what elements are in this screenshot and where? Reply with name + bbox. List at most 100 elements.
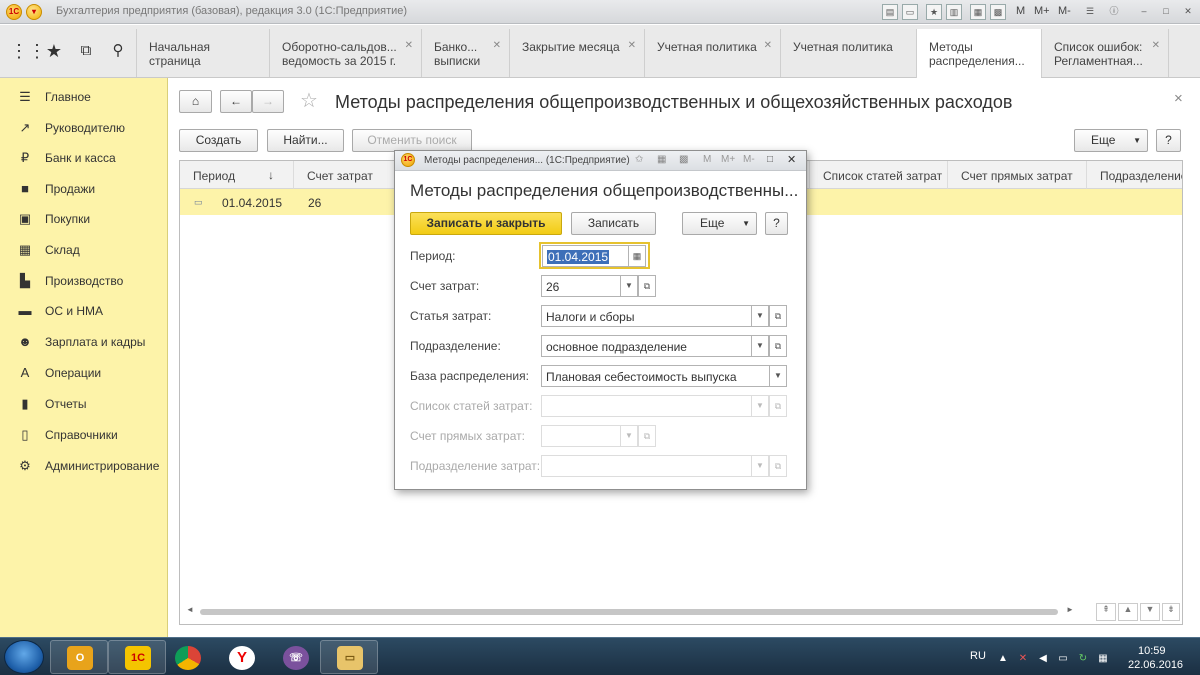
close-form-icon[interactable]: × (1174, 90, 1183, 107)
sidebar-item-warehouse[interactable]: ▦ Склад (0, 234, 168, 264)
help-button[interactable]: ? (1156, 129, 1181, 152)
close-tab-icon[interactable]: ✕ (1152, 39, 1160, 53)
tab-month-close[interactable]: Закрытие месяца ✕ (509, 29, 644, 77)
scroll-up-icon[interactable]: ▲ (1118, 603, 1138, 621)
cancel-search-button[interactable]: Отменить поиск (352, 129, 472, 152)
scroll-down-icon[interactable]: ▼ (1140, 603, 1160, 621)
taskbar-explorer[interactable]: ▭ (320, 640, 378, 674)
close-tab-icon[interactable]: ✕ (405, 39, 413, 53)
monitor-icon[interactable]: ▭ (1056, 652, 1070, 666)
taskbar-yandex[interactable]: Y (212, 640, 270, 674)
favorites-icon[interactable]: ✩ (635, 154, 643, 165)
save-button[interactable]: Записать (571, 212, 656, 235)
sidebar-item-production[interactable]: ▙ Производство (0, 265, 168, 295)
save-and-close-button[interactable]: Записать и закрыть (410, 212, 562, 235)
document-icon[interactable]: ▥ (946, 4, 962, 20)
window-icon[interactable]: ▭ (902, 4, 918, 20)
favorites-star-icon[interactable]: ★ (42, 39, 66, 63)
sidebar-item-manager[interactable]: ↗ Руководителю (0, 112, 168, 142)
distribution-base-select[interactable]: Плановая себестоимость выпуска (541, 365, 770, 387)
search-icon[interactable]: ⚲ (106, 39, 130, 63)
app-logo-icon[interactable]: 1C (6, 4, 22, 20)
home-button[interactable]: ⌂ (179, 90, 212, 113)
more-button[interactable]: Еще ▼ (682, 212, 757, 235)
tab-home[interactable]: Начальная страница (136, 29, 269, 77)
minimize-icon[interactable]: – (1136, 4, 1152, 20)
memory-minus-button[interactable]: M- (743, 154, 755, 165)
taskbar-chrome[interactable] (158, 640, 216, 674)
favorites-icon[interactable]: ★ (926, 4, 942, 20)
cost-items-list-field[interactable] (541, 395, 752, 417)
horizontal-scrollbar[interactable] (200, 609, 1058, 615)
memory-plus-button[interactable]: M+ (1034, 5, 1050, 17)
calendar-icon[interactable]: ▩ (679, 154, 688, 165)
division-field[interactable]: основное подразделение (541, 335, 752, 357)
memory-minus-button[interactable]: M- (1058, 5, 1071, 17)
calendar-picker-icon[interactable]: ▦ (628, 245, 646, 267)
cost-division-field[interactable] (541, 455, 752, 477)
sync-icon[interactable]: ↻ (1076, 652, 1090, 666)
scroll-bottom-icon[interactable]: ⇟ (1162, 603, 1180, 621)
open-item-icon[interactable]: ⧉ (769, 455, 787, 477)
taskbar-viber[interactable]: ☏ (266, 640, 324, 674)
language-indicator[interactable]: RU (970, 650, 986, 662)
sidebar-item-administration[interactable]: ⚙ Администрирование (0, 450, 168, 480)
cost-item-field[interactable]: Налоги и сборы (541, 305, 752, 327)
dropdown-arrow-icon[interactable]: ▼ (751, 455, 769, 477)
apps-grid-icon[interactable]: ⋮⋮ (10, 39, 46, 63)
settings-icon[interactable]: ☰ (1082, 4, 1098, 20)
tab-error-list[interactable]: Список ошибок: Регламентная... ✕ (1041, 29, 1169, 77)
memory-button[interactable]: M (703, 154, 711, 165)
sidebar-item-catalogs[interactable]: ▯ Справочники (0, 419, 168, 449)
dropdown-arrow-icon[interactable]: ▼ (769, 365, 787, 387)
show-hidden-icons-icon[interactable]: ▲ (996, 652, 1010, 666)
tab-turnover-balance[interactable]: Оборотно-сальдов... ведомость за 2015 г.… (269, 29, 421, 77)
sidebar-item-operations[interactable]: A Операции (0, 357, 168, 387)
dropdown-arrow-icon[interactable]: ▼ (751, 395, 769, 417)
close-icon[interactable]: ✕ (787, 153, 796, 166)
open-item-icon[interactable]: ⧉ (638, 425, 656, 447)
column-header-division[interactable]: Подразделение (1087, 161, 1182, 189)
sidebar-item-reports[interactable]: ▮ Отчеты (0, 388, 168, 418)
maximize-icon[interactable]: □ (767, 154, 773, 165)
column-header-items-list[interactable]: Список статей затрат (810, 161, 948, 189)
more-button[interactable]: Еще ▼ (1074, 129, 1148, 152)
network-icon[interactable]: ▦ (1096, 652, 1110, 666)
sidebar-item-salary[interactable]: ☻ Зарплата и кадры (0, 326, 168, 356)
find-button[interactable]: Найти... (267, 129, 344, 152)
volume-icon[interactable]: ◀ (1036, 652, 1050, 666)
info-icon[interactable]: ⓘ (1106, 4, 1122, 20)
print-icon[interactable]: ▤ (882, 4, 898, 20)
memory-button[interactable]: M (1016, 5, 1025, 17)
menu-icon[interactable]: ▾ (26, 4, 42, 20)
tab-bank-statements[interactable]: Банко... выписки ✕ (421, 29, 509, 77)
sidebar-item-main[interactable]: ☰ Главное (0, 81, 168, 111)
dropdown-arrow-icon[interactable]: ▼ (620, 275, 638, 297)
sidebar-item-purchases[interactable]: ▣ Покупки (0, 203, 168, 233)
scroll-left-icon[interactable]: ◄ (186, 605, 194, 614)
column-header-direct-account[interactable]: Счет прямых затрат (948, 161, 1087, 189)
close-tab-icon[interactable]: ✕ (628, 39, 636, 53)
sidebar-item-bank[interactable]: ₽ Банк и касса (0, 142, 168, 172)
calendar-icon[interactable]: ▩ (990, 4, 1006, 20)
close-tab-icon[interactable]: ✕ (493, 39, 501, 53)
open-item-icon[interactable]: ⧉ (769, 335, 787, 357)
open-item-icon[interactable]: ⧉ (638, 275, 656, 297)
clock-date[interactable]: 22.06.2016 (1128, 659, 1183, 671)
close-icon[interactable]: ✕ (1180, 4, 1196, 20)
scroll-right-icon[interactable]: ► (1066, 605, 1074, 614)
maximize-icon[interactable]: □ (1158, 4, 1174, 20)
tab-accounting-policy-2[interactable]: Учетная политика (780, 29, 916, 77)
favorite-star-icon[interactable]: ☆ (300, 88, 318, 113)
dropdown-arrow-icon[interactable]: ▼ (751, 305, 769, 327)
period-field[interactable]: 01.04.2015 (542, 245, 629, 267)
forward-button[interactable]: → (252, 90, 284, 113)
column-header-period[interactable]: Период ↓ (180, 161, 294, 189)
dropdown-arrow-icon[interactable]: ▼ (620, 425, 638, 447)
open-item-icon[interactable]: ⧉ (769, 305, 787, 327)
help-button[interactable]: ? (765, 212, 788, 235)
direct-account-field[interactable] (541, 425, 621, 447)
account-field[interactable]: 26 (541, 275, 621, 297)
tab-accounting-policy-1[interactable]: Учетная политика ✕ (644, 29, 780, 77)
network-warning-icon[interactable]: ✕ (1016, 652, 1030, 666)
